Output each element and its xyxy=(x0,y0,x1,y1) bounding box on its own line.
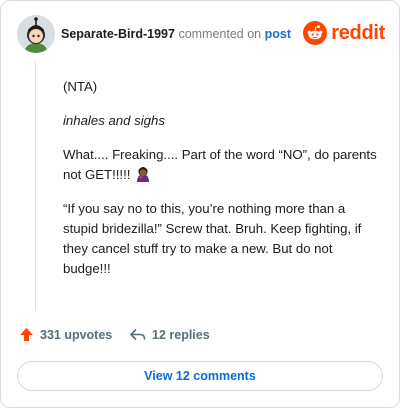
replies-count: 12 replies xyxy=(152,327,210,342)
reddit-logo[interactable]: reddit xyxy=(303,20,385,46)
commented-on-label: commented on xyxy=(178,27,262,41)
upvote-count: 331 upvotes xyxy=(40,327,113,342)
reddit-wordmark: reddit xyxy=(331,21,385,44)
username-link[interactable]: Separate-Bird-1997 xyxy=(61,27,175,41)
reply-arrow-icon xyxy=(130,329,146,340)
view-comments-button[interactable]: View 12 comments xyxy=(17,361,383,391)
comment-actions: 331 upvotes 12 replies xyxy=(17,327,385,347)
reddit-snoo-icon xyxy=(303,21,328,45)
comment-meta: Separate-Bird-1997 commented on post xyxy=(61,27,291,41)
comment-paragraph: “If you say no to this, you’re nothing m… xyxy=(63,201,362,276)
comment-paragraph: inhales and sighs xyxy=(63,113,165,128)
upvote-button[interactable]: 331 upvotes xyxy=(19,327,112,342)
comment-paragraph: (NTA) xyxy=(63,79,98,94)
replies-button[interactable]: 12 replies xyxy=(129,327,210,342)
woman-facepalming-icon xyxy=(137,167,150,182)
snoo-avatar-icon xyxy=(17,15,55,53)
comment-body: (NTA) inhales and sighs What.... Freakin… xyxy=(63,77,383,293)
comment-paragraph: What.... Freaking.... Part of the word “… xyxy=(63,145,383,185)
upvote-arrow-icon xyxy=(20,328,33,341)
post-link[interactable]: post xyxy=(265,27,291,41)
avatar[interactable] xyxy=(17,15,55,53)
comment-header: Separate-Bird-1997 commented on post red… xyxy=(17,15,385,53)
comment-paragraph-text: What.... Freaking.... Part of the word “… xyxy=(63,147,377,182)
thread-line xyxy=(35,61,36,311)
comment-card: Separate-Bird-1997 commented on post red… xyxy=(0,0,400,408)
